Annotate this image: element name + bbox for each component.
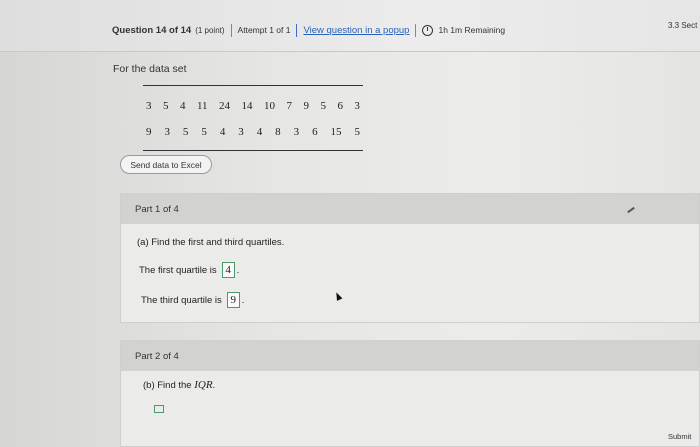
data-cell: 6	[312, 126, 318, 138]
data-cell: 7	[286, 100, 292, 112]
data-cell: 6	[337, 100, 343, 112]
data-cell: 3	[146, 100, 152, 112]
question-suffix: .	[212, 380, 216, 391]
divider	[415, 23, 417, 37]
data-cell: 3	[164, 126, 170, 138]
part-2-question: (b) Find the IQR.	[143, 379, 215, 391]
third-quartile-label: The third quartile is	[141, 294, 222, 306]
iqr-variable: IQR	[194, 379, 213, 391]
header-bar: Question 14 of 14 (1 point) Attempt 1 of…	[112, 22, 505, 38]
time-remaining: 1h 1m Remaining	[438, 25, 506, 35]
first-quartile-label: The first quartile is	[139, 264, 217, 276]
partial-answer-row	[146, 405, 164, 413]
data-cell: 10	[264, 100, 275, 112]
part-1-question: (a) Find the first and third quartiles.	[137, 237, 285, 248]
view-popup-link[interactable]: View question in a popup	[303, 25, 409, 36]
send-to-excel-button[interactable]: Send data to Excel	[120, 155, 212, 174]
iqr-input[interactable]	[154, 405, 164, 413]
data-row: 9 3 5 5 4 3 4 8 3 6 15 5	[143, 119, 363, 145]
question-points: (1 point)	[195, 25, 225, 35]
first-quartile-input[interactable]: 4	[221, 262, 235, 278]
part-1-panel: Part 1 of 4 (a) Find the first and third…	[120, 193, 700, 323]
data-cell: 4	[179, 100, 186, 112]
screen: Question 14 of 14 (1 point) Attempt 1 of…	[0, 0, 700, 447]
period: .	[241, 294, 245, 306]
third-quartile-input[interactable]: 9	[226, 292, 240, 308]
section-label: 3.3 Sect	[668, 21, 698, 30]
data-cell: 5	[320, 100, 326, 112]
third-quartile-line: The third quartile is 9 .	[141, 292, 244, 308]
data-cell: 4	[219, 126, 226, 138]
data-cell: 9	[303, 100, 309, 112]
data-cell: 14	[241, 100, 253, 112]
data-cell: 15	[330, 126, 342, 138]
timer-icon	[422, 24, 434, 36]
data-cell: 24	[219, 100, 231, 112]
question-header: Question 14 of 14 (1 point) Attempt 1 of…	[0, 0, 700, 52]
data-cell: 5	[354, 126, 360, 138]
part-1-header[interactable]: Part 1 of 4	[121, 194, 699, 224]
data-cell: 5	[201, 126, 207, 138]
question-prefix: (b) Find the	[143, 380, 192, 391]
data-table: 3 5 4 11 24 14 10 7 9 5 6 3 9 3 5 5 4 3 4 8 3 6 15 5	[143, 85, 363, 151]
data-cell: 11	[196, 100, 208, 112]
data-cell: 5	[162, 100, 169, 112]
divider	[230, 23, 232, 37]
data-cell: 8	[275, 126, 281, 138]
first-quartile-line: The first quartile is 4 .	[139, 262, 239, 278]
data-cell: 9	[146, 126, 152, 138]
question-title: Question 14 of 14	[112, 24, 192, 36]
data-cell: 3	[293, 126, 300, 138]
part-2-panel: Part 2 of 4 (b) Find the IQR.	[120, 340, 700, 447]
attempt-count: Attempt 1 of 1	[237, 25, 291, 35]
data-cell: 3	[238, 126, 244, 138]
intro-text: For the data set	[113, 63, 187, 75]
divider	[296, 23, 298, 37]
data-cell: 4	[256, 126, 263, 138]
submit-button[interactable]: Submit	[668, 432, 691, 441]
data-cell: 3	[354, 100, 360, 112]
period: .	[236, 264, 240, 276]
data-row: 3 5 4 11 24 14 10 7 9 5 6 3	[143, 93, 363, 119]
part-2-header[interactable]: Part 2 of 4	[121, 341, 699, 371]
data-cell: 5	[182, 126, 189, 138]
